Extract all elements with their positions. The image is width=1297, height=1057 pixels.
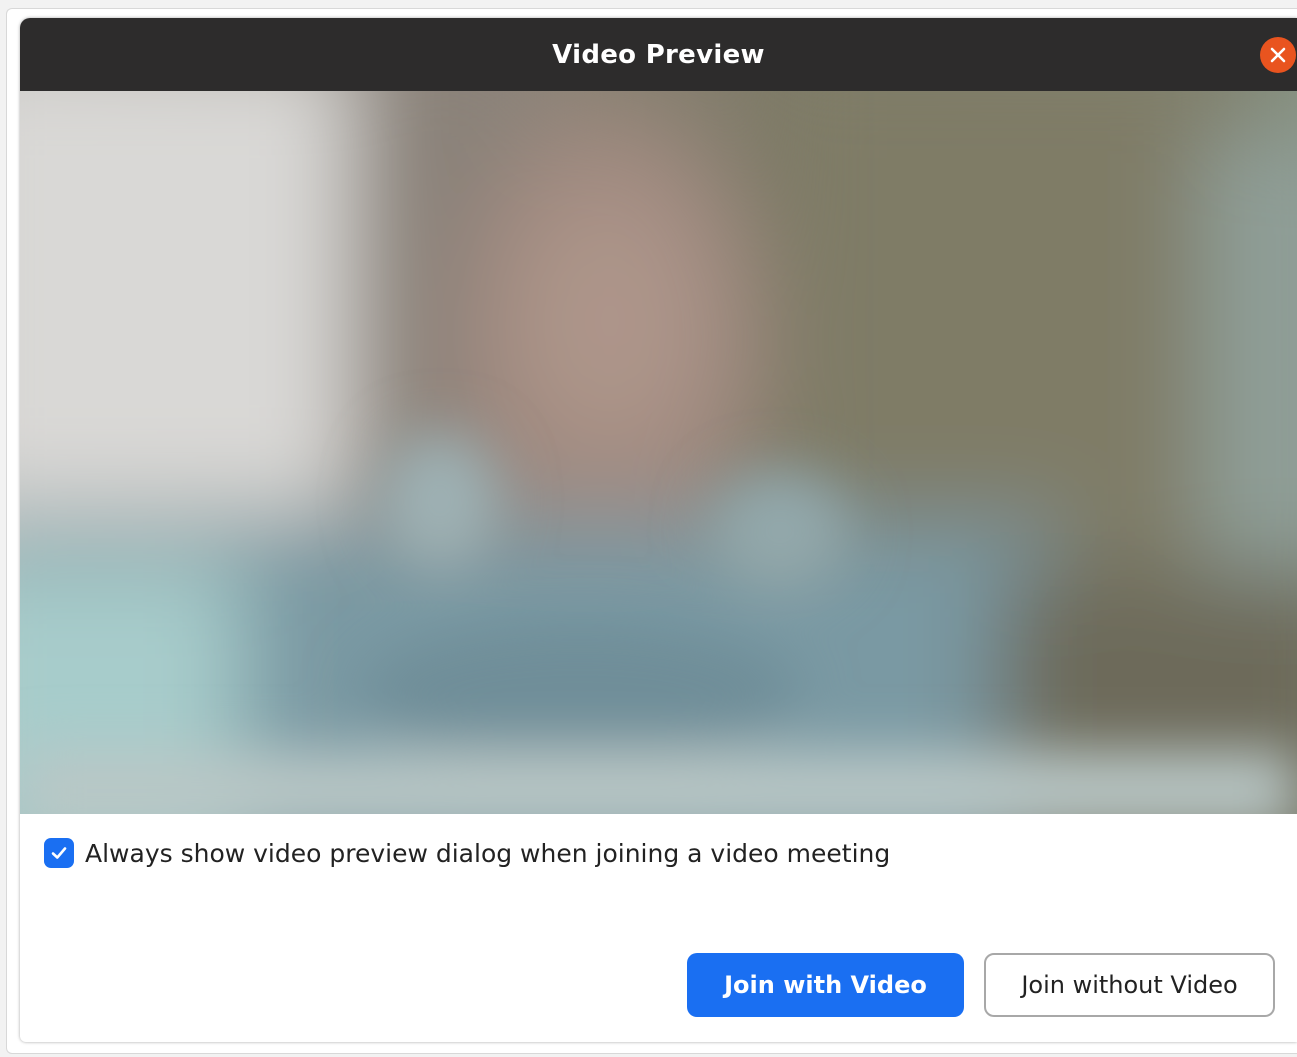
always-show-preview-checkbox[interactable] — [44, 838, 74, 868]
always-show-preview-label[interactable]: Always show video preview dialog when jo… — [85, 839, 890, 868]
close-button[interactable] — [1260, 37, 1296, 73]
checkmark-icon — [51, 847, 67, 859]
join-without-video-button[interactable]: Join without Video — [984, 953, 1275, 1017]
video-preview-feed — [20, 91, 1297, 814]
dialog-titlebar[interactable]: Video Preview — [20, 18, 1297, 91]
join-with-video-button[interactable]: Join with Video — [687, 953, 964, 1017]
desktop-background: Video Preview Always show video preview … — [0, 0, 1297, 1057]
camera-feed — [20, 91, 1297, 814]
dialog-title: Video Preview — [552, 39, 765, 70]
video-preview-dialog: Video Preview Always show video preview … — [20, 18, 1297, 1042]
always-show-preview-option[interactable]: Always show video preview dialog when jo… — [44, 838, 890, 868]
close-icon — [1270, 47, 1286, 63]
